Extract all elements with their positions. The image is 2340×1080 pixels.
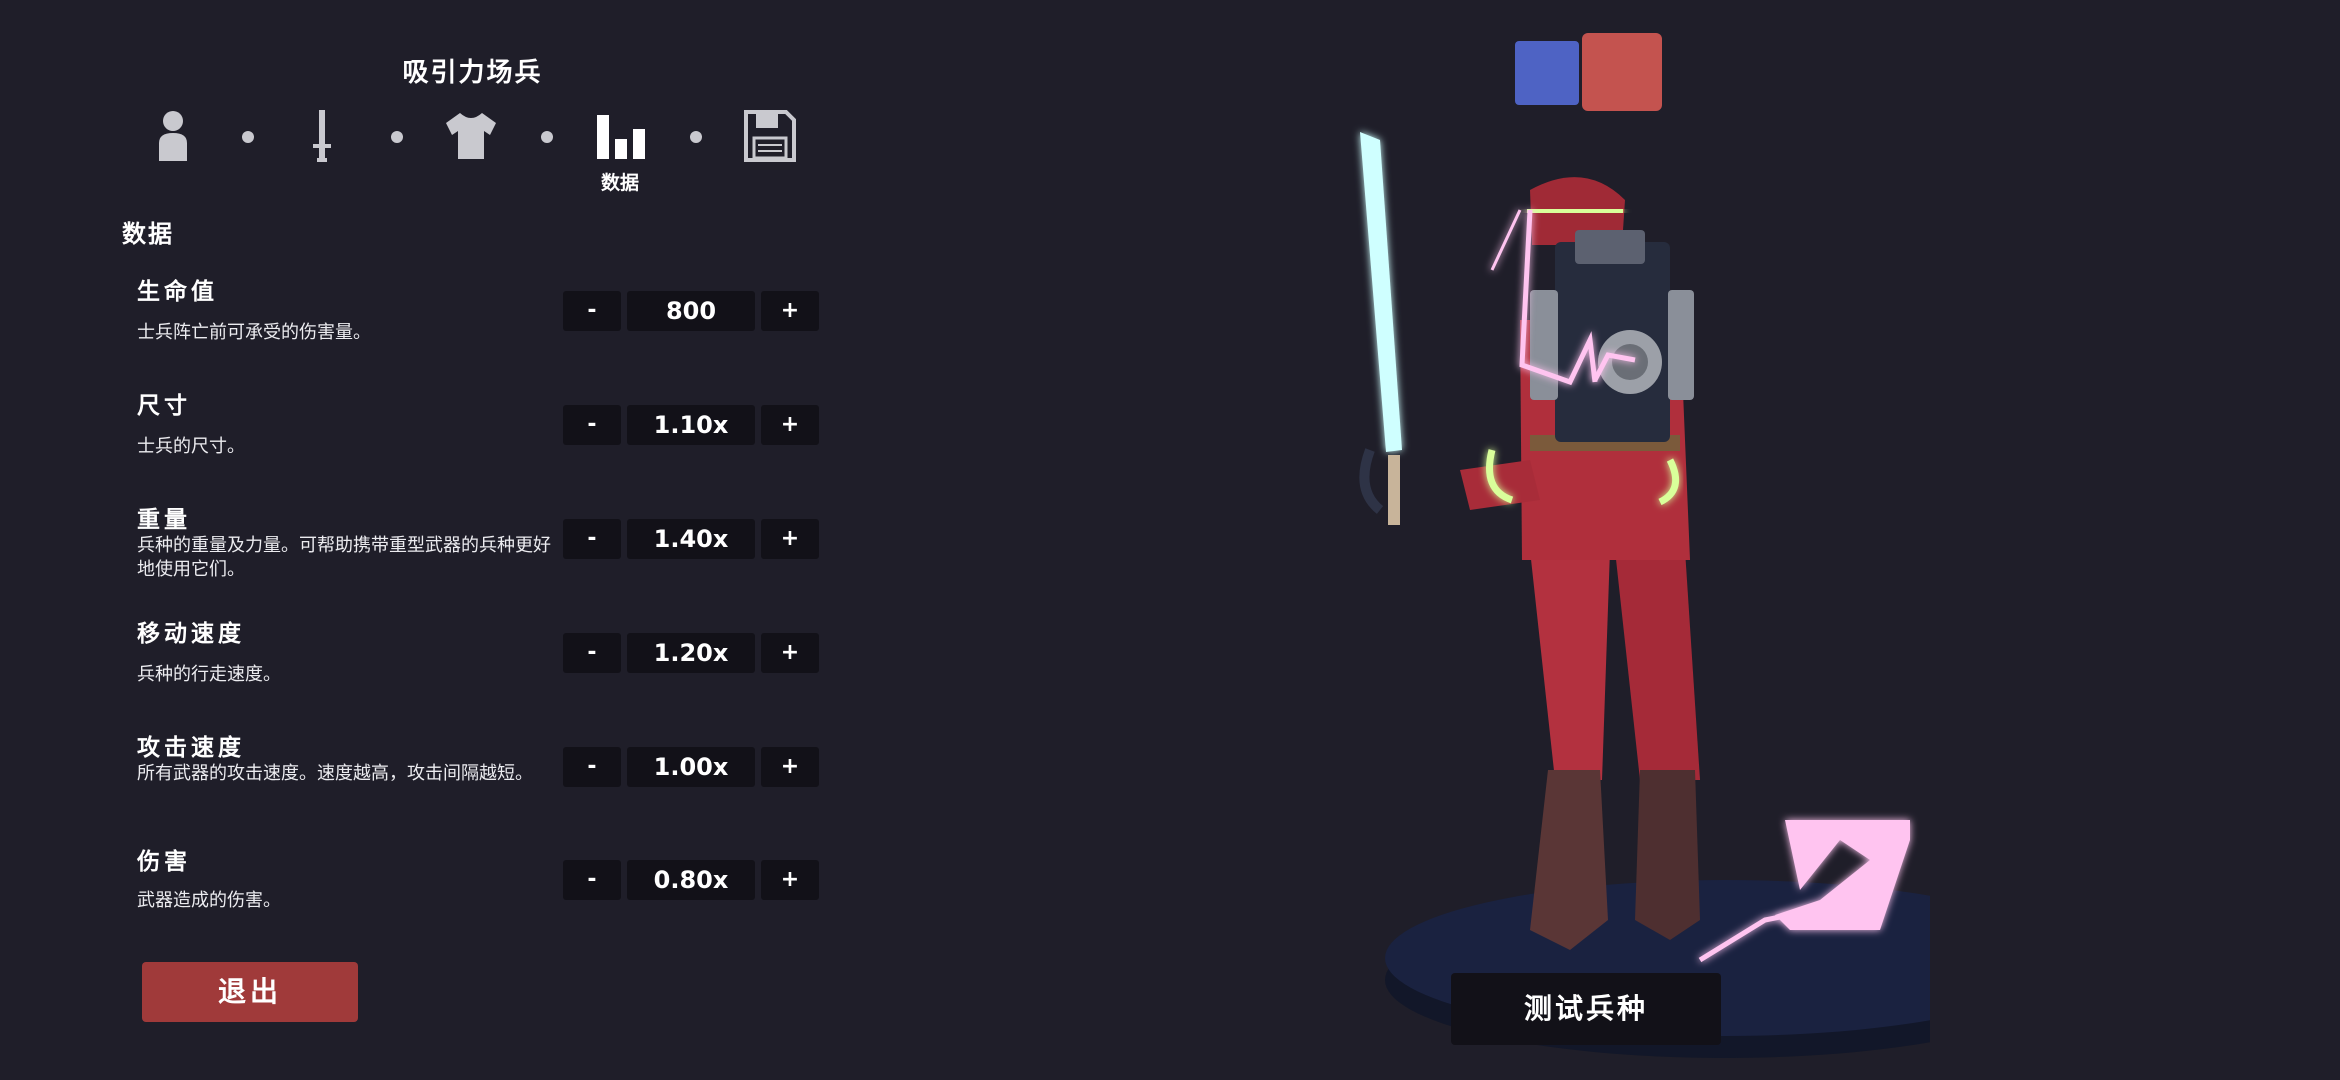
stat-value: 1.10x (627, 405, 755, 445)
step-separator-dot (391, 131, 403, 143)
stat-row-weight: 重量 兵种的重量及力量。可帮助携带重型武器的兵种更好地使用它们。 - 1.40x… (137, 500, 837, 600)
step-separator-dot (242, 131, 254, 143)
stat-value: 1.00x (627, 747, 755, 787)
shirt-icon[interactable] (441, 108, 501, 164)
editor-steps-nav: 数据 (0, 0, 900, 200)
stat-description: 武器造成的伤害。 (137, 890, 281, 911)
section-heading: 数据 (122, 220, 174, 248)
increase-button[interactable]: + (761, 405, 819, 445)
team-red-swatch[interactable] (1582, 33, 1662, 111)
sword-blade (1360, 132, 1402, 452)
stat-row-move-speed: 移动速度 兵种的行走速度。 - 1.20x + (137, 614, 837, 714)
exit-button[interactable]: 退出 (142, 962, 358, 1022)
stat-description: 所有武器的攻击速度。速度越高，攻击间隔越短。 (137, 763, 533, 784)
person-icon[interactable] (143, 108, 203, 164)
stat-name: 移动速度 (137, 621, 245, 647)
stat-row-size: 尺寸 士兵的尺寸。 - 1.10x + (137, 386, 837, 486)
stat-row-health: 生命值 士兵阵亡前可承受的伤害量。 - 800 + (137, 272, 837, 372)
stat-name: 攻击速度 (137, 735, 245, 761)
stat-row-attack-speed: 攻击速度 所有武器的攻击速度。速度越高，攻击间隔越短。 - 1.00x + (137, 728, 837, 828)
increase-button[interactable]: + (761, 291, 819, 331)
decrease-button[interactable]: - (563, 633, 621, 673)
step-separator-dot (541, 131, 553, 143)
active-step-label: 数据 (600, 172, 639, 194)
bar-chart-icon[interactable] (592, 108, 652, 164)
increase-button[interactable]: + (761, 519, 819, 559)
decrease-button[interactable]: - (563, 519, 621, 559)
decrease-button[interactable]: - (563, 747, 621, 787)
sword-icon[interactable] (292, 108, 352, 164)
test-unit-button[interactable]: 测试兵种 (1451, 973, 1721, 1045)
decrease-button[interactable]: - (563, 405, 621, 445)
stat-value: 0.80x (627, 860, 755, 900)
stat-name: 重量 (137, 507, 191, 533)
team-blue-swatch[interactable] (1515, 41, 1579, 105)
stat-value: 800 (627, 291, 755, 331)
stat-value: 1.40x (627, 519, 755, 559)
decrease-button[interactable]: - (563, 860, 621, 900)
stat-description: 士兵阵亡前可承受的伤害量。 (137, 322, 371, 343)
stat-value: 1.20x (627, 633, 755, 673)
stat-row-damage: 伤害 武器造成的伤害。 - 0.80x + (137, 842, 837, 942)
unit-preview-scene[interactable] (1230, 120, 1930, 1080)
stat-name: 生命值 (137, 279, 218, 305)
stat-name: 尺寸 (137, 393, 191, 419)
increase-button[interactable]: + (761, 633, 819, 673)
step-separator-dot (690, 131, 702, 143)
increase-button[interactable]: + (761, 747, 819, 787)
stat-description: 兵种的重量及力量。可帮助携带重型武器的兵种更好地使用它们。 (137, 535, 551, 580)
save-disk-icon[interactable] (740, 108, 800, 164)
stat-description: 兵种的行走速度。 (137, 664, 281, 685)
increase-button[interactable]: + (761, 860, 819, 900)
stat-name: 伤害 (137, 849, 191, 875)
decrease-button[interactable]: - (563, 291, 621, 331)
stat-description: 士兵的尺寸。 (137, 436, 245, 457)
